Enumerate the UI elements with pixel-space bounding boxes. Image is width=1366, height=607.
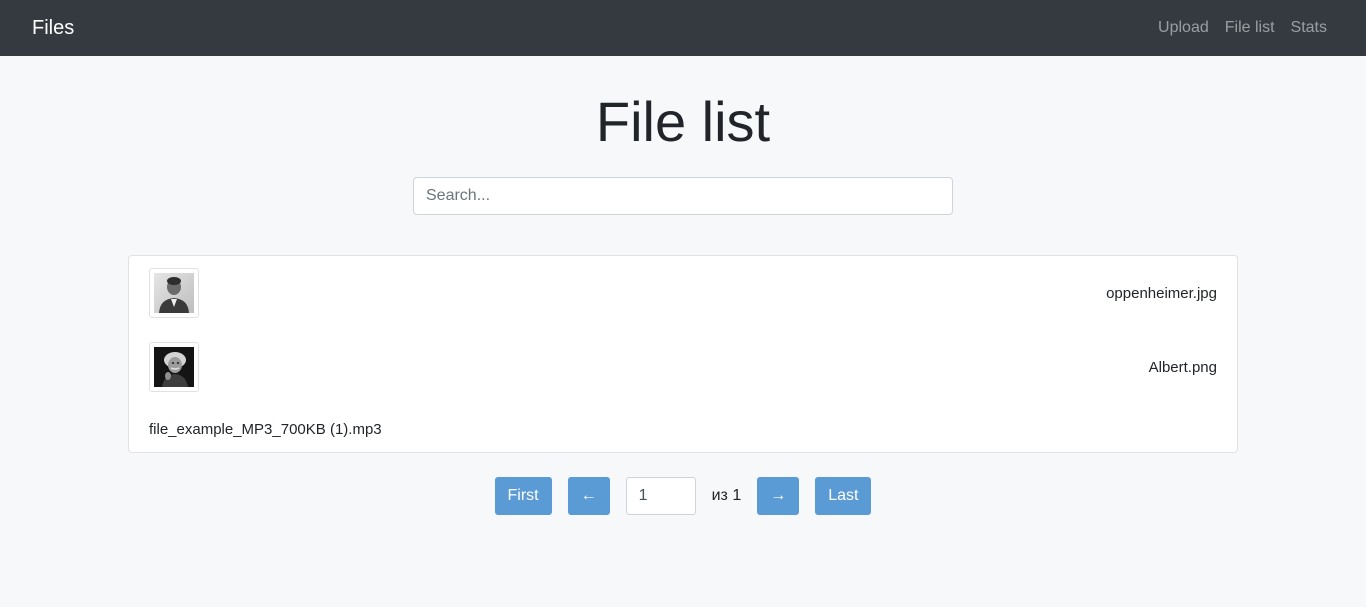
- file-name[interactable]: Albert.png: [1149, 359, 1217, 376]
- nav-link-file-list[interactable]: File list: [1225, 19, 1275, 37]
- page-title: File list: [595, 90, 771, 153]
- brand-link[interactable]: Files: [32, 17, 74, 40]
- search-input[interactable]: [413, 177, 953, 215]
- file-name[interactable]: file_example_MP3_700KB (1).mp3: [149, 421, 382, 438]
- portrait-photo-icon: [154, 273, 194, 313]
- file-thumbnail[interactable]: [149, 268, 199, 318]
- file-row[interactable]: Albert.png: [149, 342, 1217, 392]
- page-count-label: из 1: [711, 487, 742, 504]
- file-name[interactable]: oppenheimer.jpg: [1106, 285, 1217, 302]
- last-page-button[interactable]: Last: [815, 477, 872, 515]
- nav-link-stats[interactable]: Stats: [1291, 19, 1327, 37]
- search-container: [0, 177, 1366, 215]
- file-row[interactable]: file_example_MP3_700KB (1).mp3: [149, 419, 1217, 439]
- next-page-button[interactable]: →: [757, 477, 800, 515]
- pagination: First ← из 1 → Last: [0, 477, 1366, 515]
- navbar: Files Upload File list Stats: [0, 0, 1366, 56]
- prev-page-button[interactable]: ←: [567, 477, 610, 515]
- page-number-input[interactable]: [625, 477, 696, 515]
- portrait-photo-icon: [154, 347, 194, 387]
- file-list: oppenheimer.jpg Albert.png file_example_…: [128, 255, 1238, 453]
- file-thumbnail[interactable]: [149, 342, 199, 392]
- nav-links: Upload File list Stats: [1158, 19, 1334, 37]
- file-row[interactable]: oppenheimer.jpg: [149, 268, 1217, 318]
- first-page-button[interactable]: First: [494, 477, 552, 515]
- nav-link-upload[interactable]: Upload: [1158, 19, 1209, 37]
